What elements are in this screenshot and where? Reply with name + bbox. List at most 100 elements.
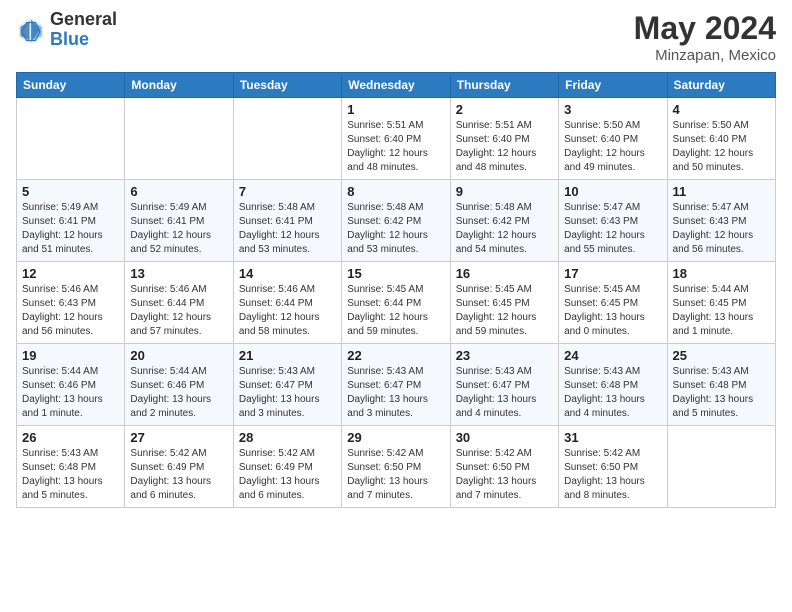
header-sunday: Sunday (17, 73, 125, 98)
day-detail: Sunrise: 5:44 AM Sunset: 6:46 PM Dayligh… (22, 365, 119, 421)
day-number: 29 (347, 430, 444, 445)
day-number: 5 (22, 184, 119, 199)
cell-2-3: 7 Sunrise: 5:48 AM Sunset: 6:41 PM Daylig… (233, 180, 341, 262)
cell-4-4: 22 Sunrise: 5:43 AM Sunset: 6:47 PM Dayli… (342, 344, 450, 426)
day-number: 7 (239, 184, 336, 199)
day-detail: Sunrise: 5:42 AM Sunset: 6:49 PM Dayligh… (239, 447, 336, 503)
day-number: 18 (673, 266, 770, 281)
day-detail: Sunrise: 5:42 AM Sunset: 6:49 PM Dayligh… (130, 447, 227, 503)
logo-blue: Blue (50, 30, 117, 50)
day-number: 22 (347, 348, 444, 363)
day-number: 3 (564, 102, 661, 117)
day-number: 24 (564, 348, 661, 363)
day-number: 12 (22, 266, 119, 281)
day-number: 20 (130, 348, 227, 363)
week-row-2: 5 Sunrise: 5:49 AM Sunset: 6:41 PM Daylig… (17, 180, 776, 262)
day-detail: Sunrise: 5:46 AM Sunset: 6:43 PM Dayligh… (22, 283, 119, 339)
cell-5-3: 28 Sunrise: 5:42 AM Sunset: 6:49 PM Dayli… (233, 426, 341, 508)
day-number: 23 (456, 348, 553, 363)
day-number: 1 (347, 102, 444, 117)
header-thursday: Thursday (450, 73, 558, 98)
day-detail: Sunrise: 5:42 AM Sunset: 6:50 PM Dayligh… (564, 447, 661, 503)
logo-general: General (50, 10, 117, 30)
header-wednesday: Wednesday (342, 73, 450, 98)
day-detail: Sunrise: 5:43 AM Sunset: 6:47 PM Dayligh… (456, 365, 553, 421)
cell-3-4: 15 Sunrise: 5:45 AM Sunset: 6:44 PM Dayli… (342, 262, 450, 344)
day-detail: Sunrise: 5:49 AM Sunset: 6:41 PM Dayligh… (22, 201, 119, 257)
cell-1-1 (17, 98, 125, 180)
day-number: 28 (239, 430, 336, 445)
day-detail: Sunrise: 5:48 AM Sunset: 6:41 PM Dayligh… (239, 201, 336, 257)
day-detail: Sunrise: 5:44 AM Sunset: 6:45 PM Dayligh… (673, 283, 770, 339)
cell-5-1: 26 Sunrise: 5:43 AM Sunset: 6:48 PM Dayli… (17, 426, 125, 508)
day-number: 4 (673, 102, 770, 117)
day-number: 31 (564, 430, 661, 445)
cell-5-5: 30Sunrise: 5:42 AM Sunset: 6:50 PM Dayli… (450, 426, 558, 508)
location: Minzapan, Mexico (634, 47, 776, 64)
cell-5-2: 27Sunrise: 5:42 AM Sunset: 6:49 PM Dayli… (125, 426, 233, 508)
page: General Blue May 2024 Minzapan, Mexico S… (0, 0, 792, 518)
header-saturday: Saturday (667, 73, 775, 98)
day-detail: Sunrise: 5:43 AM Sunset: 6:48 PM Dayligh… (564, 365, 661, 421)
day-detail: Sunrise: 5:51 AM Sunset: 6:40 PM Dayligh… (347, 119, 444, 175)
logo-icon (16, 15, 46, 45)
day-number: 10 (564, 184, 661, 199)
day-detail: Sunrise: 5:49 AM Sunset: 6:41 PM Dayligh… (130, 201, 227, 257)
title-block: May 2024 Minzapan, Mexico (634, 10, 776, 64)
cell-5-7 (667, 426, 775, 508)
cell-2-7: 11 Sunrise: 5:47 AM Sunset: 6:43 PM Dayli… (667, 180, 775, 262)
day-number: 9 (456, 184, 553, 199)
header-row: SundayMondayTuesdayWednesdayThursdayFrid… (17, 73, 776, 98)
day-detail: Sunrise: 5:43 AM Sunset: 6:48 PM Dayligh… (22, 447, 119, 503)
day-number: 16 (456, 266, 553, 281)
day-detail: Sunrise: 5:48 AM Sunset: 6:42 PM Dayligh… (347, 201, 444, 257)
week-row-1: 1 Sunrise: 5:51 AM Sunset: 6:40 PM Daylig… (17, 98, 776, 180)
cell-4-2: 20 Sunrise: 5:44 AM Sunset: 6:46 PM Dayli… (125, 344, 233, 426)
day-number: 8 (347, 184, 444, 199)
day-number: 17 (564, 266, 661, 281)
day-number: 14 (239, 266, 336, 281)
cell-2-5: 9 Sunrise: 5:48 AM Sunset: 6:42 PM Daylig… (450, 180, 558, 262)
cell-1-4: 1 Sunrise: 5:51 AM Sunset: 6:40 PM Daylig… (342, 98, 450, 180)
day-number: 25 (673, 348, 770, 363)
day-detail: Sunrise: 5:43 AM Sunset: 6:48 PM Dayligh… (673, 365, 770, 421)
day-detail: Sunrise: 5:46 AM Sunset: 6:44 PM Dayligh… (130, 283, 227, 339)
day-number: 26 (22, 430, 119, 445)
day-detail: Sunrise: 5:50 AM Sunset: 6:40 PM Dayligh… (564, 119, 661, 175)
logo: General Blue (16, 10, 117, 50)
day-detail: Sunrise: 5:45 AM Sunset: 6:45 PM Dayligh… (564, 283, 661, 339)
cell-4-7: 25 Sunrise: 5:43 AM Sunset: 6:48 PM Dayli… (667, 344, 775, 426)
day-detail: Sunrise: 5:48 AM Sunset: 6:42 PM Dayligh… (456, 201, 553, 257)
day-detail: Sunrise: 5:42 AM Sunset: 6:50 PM Dayligh… (456, 447, 553, 503)
cell-1-5: 2 Sunrise: 5:51 AM Sunset: 6:40 PM Daylig… (450, 98, 558, 180)
cell-2-4: 8 Sunrise: 5:48 AM Sunset: 6:42 PM Daylig… (342, 180, 450, 262)
cell-3-6: 17 Sunrise: 5:45 AM Sunset: 6:45 PM Dayli… (559, 262, 667, 344)
header-friday: Friday (559, 73, 667, 98)
day-detail: Sunrise: 5:47 AM Sunset: 6:43 PM Dayligh… (564, 201, 661, 257)
day-detail: Sunrise: 5:43 AM Sunset: 6:47 PM Dayligh… (347, 365, 444, 421)
header: General Blue May 2024 Minzapan, Mexico (16, 10, 776, 64)
cell-4-5: 23 Sunrise: 5:43 AM Sunset: 6:47 PM Dayli… (450, 344, 558, 426)
calendar-table: SundayMondayTuesdayWednesdayThursdayFrid… (16, 72, 776, 508)
cell-3-1: 12 Sunrise: 5:46 AM Sunset: 6:43 PM Dayli… (17, 262, 125, 344)
day-detail: Sunrise: 5:50 AM Sunset: 6:40 PM Dayligh… (673, 119, 770, 175)
day-number: 2 (456, 102, 553, 117)
week-row-4: 19Sunrise: 5:44 AM Sunset: 6:46 PM Dayli… (17, 344, 776, 426)
cell-3-2: 13 Sunrise: 5:46 AM Sunset: 6:44 PM Dayli… (125, 262, 233, 344)
day-detail: Sunrise: 5:44 AM Sunset: 6:46 PM Dayligh… (130, 365, 227, 421)
day-number: 15 (347, 266, 444, 281)
day-detail: Sunrise: 5:45 AM Sunset: 6:44 PM Dayligh… (347, 283, 444, 339)
week-row-3: 12 Sunrise: 5:46 AM Sunset: 6:43 PM Dayli… (17, 262, 776, 344)
cell-5-4: 29 Sunrise: 5:42 AM Sunset: 6:50 PM Dayli… (342, 426, 450, 508)
day-detail: Sunrise: 5:51 AM Sunset: 6:40 PM Dayligh… (456, 119, 553, 175)
day-number: 13 (130, 266, 227, 281)
day-detail: Sunrise: 5:47 AM Sunset: 6:43 PM Dayligh… (673, 201, 770, 257)
cell-1-3 (233, 98, 341, 180)
cell-1-7: 4 Sunrise: 5:50 AM Sunset: 6:40 PM Daylig… (667, 98, 775, 180)
cell-1-2 (125, 98, 233, 180)
cell-3-3: 14Sunrise: 5:46 AM Sunset: 6:44 PM Dayli… (233, 262, 341, 344)
logo-text: General Blue (50, 10, 117, 50)
cell-2-6: 10 Sunrise: 5:47 AM Sunset: 6:43 PM Dayli… (559, 180, 667, 262)
day-detail: Sunrise: 5:42 AM Sunset: 6:50 PM Dayligh… (347, 447, 444, 503)
day-number: 11 (673, 184, 770, 199)
